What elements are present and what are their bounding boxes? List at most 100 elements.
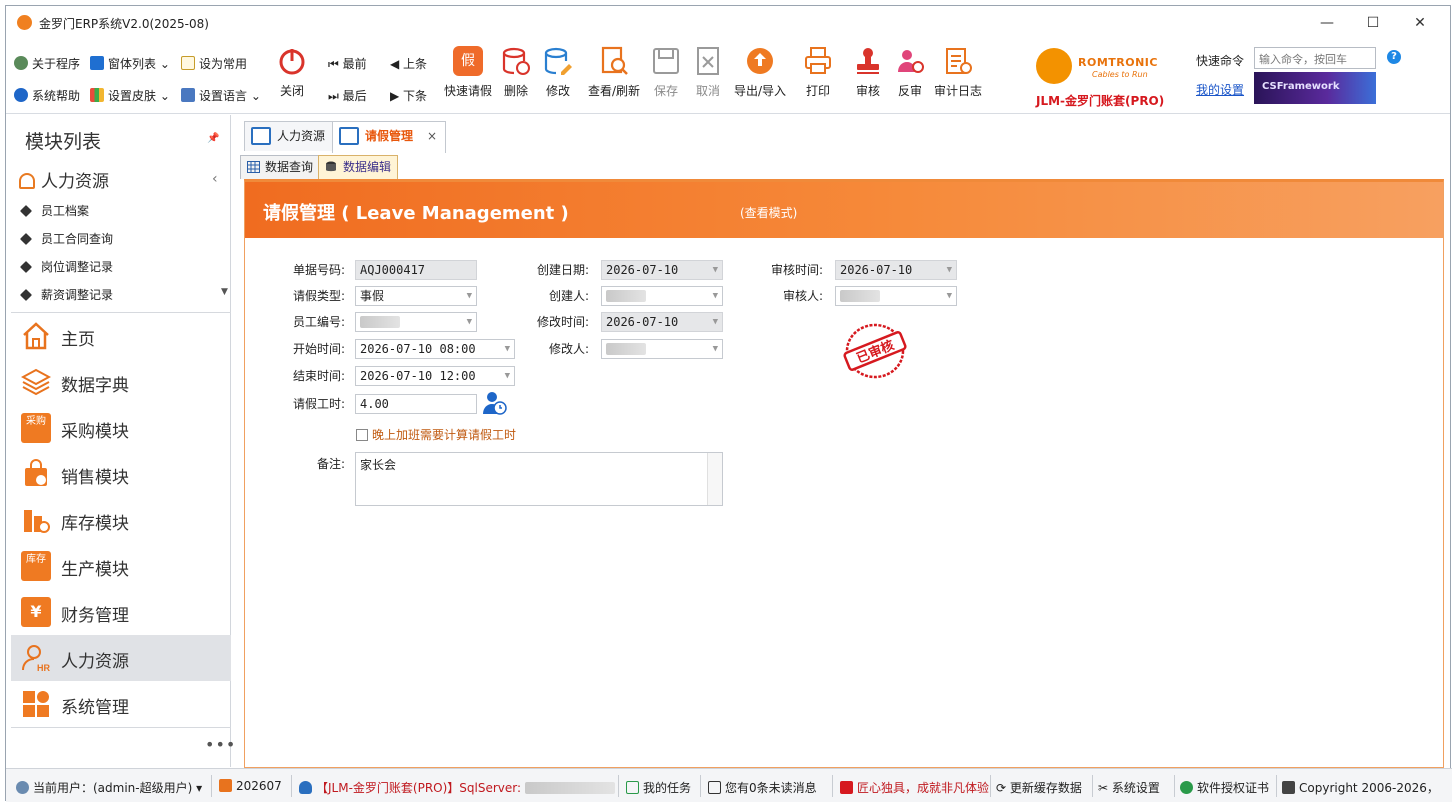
csframework-banner: CSFramework	[1254, 72, 1376, 104]
export-import-button[interactable]: 导出/导入	[732, 46, 788, 99]
cube-icon	[19, 288, 33, 302]
sidebar-module-inventory[interactable]: 库存模块	[11, 497, 231, 543]
window-list-button[interactable]: 窗体列表 ⌄	[90, 54, 170, 74]
leave-type-select[interactable]: 事假 ▼	[355, 286, 477, 306]
approver-field[interactable]: ▼	[835, 286, 957, 306]
dropdown-icon: ▼	[712, 291, 718, 301]
approve-time-field[interactable]: 2026-07-10 ▼	[835, 260, 957, 280]
help-button[interactable]: 系统帮助	[14, 86, 80, 106]
purchase-icon: 采购	[21, 413, 51, 443]
last-record-button[interactable]: ⏭ 最后	[328, 86, 367, 106]
view-refresh-button[interactable]: 查看/刷新	[586, 46, 642, 99]
cube-icon	[19, 232, 33, 246]
sidebar-module-sales[interactable]: 销售模块	[11, 451, 231, 497]
next-record-button[interactable]: ▶ 下条	[390, 86, 427, 106]
task-icon	[626, 781, 639, 794]
system-settings-button[interactable]: ✂ 系统设置	[1098, 779, 1160, 796]
warning-icon	[840, 781, 853, 794]
sidebar-item-contract-query[interactable]: 员工合同查询	[19, 229, 113, 249]
modify-time-field[interactable]: 2026-07-10 ▼	[601, 312, 723, 332]
about-icon	[14, 56, 28, 70]
finance-icon: ¥	[21, 597, 51, 627]
sidebar-module-home[interactable]: 主页	[11, 313, 231, 359]
sidebar-module-finance[interactable]: ¥ 财务管理	[11, 589, 231, 635]
sidebar-title: 模块列表	[25, 131, 102, 153]
subtab-edit[interactable]: 数据编辑	[318, 155, 399, 179]
sidebar-module-system[interactable]: 系统管理	[11, 681, 231, 727]
print-button[interactable]: 打印	[790, 46, 846, 99]
status-messages[interactable]: 您有0条未读消息	[708, 779, 817, 796]
sidebar-group-hr[interactable]: 人力资源	[19, 167, 109, 192]
textarea-scrollbar[interactable]	[707, 453, 722, 505]
hours-field[interactable]: 4.00	[355, 394, 477, 414]
sidebar-module-purchase[interactable]: 采购 采购模块	[11, 405, 231, 451]
refresh-cache-button[interactable]: ⟳ 更新缓存数据	[996, 779, 1082, 796]
prev-record-button[interactable]: ◀ 上条	[390, 54, 427, 74]
audit-log-button[interactable]: 审计日志	[928, 46, 988, 99]
cube-icon	[1282, 781, 1295, 794]
pin-icon[interactable]: 📌	[207, 133, 219, 144]
modifier-label: 修改人:	[548, 342, 589, 356]
quick-command-label: 快速命令	[1196, 54, 1245, 68]
creator-field[interactable]: ▼	[601, 286, 723, 306]
subtab-query[interactable]: 数据查询	[240, 155, 321, 179]
sidebar-item-employee-file[interactable]: 员工档案	[19, 201, 89, 221]
cancel-button[interactable]: 取消	[680, 46, 736, 99]
view-mode-label: (查看模式)	[740, 206, 798, 220]
first-record-button[interactable]: ⏮ 最前	[328, 54, 367, 74]
about-button[interactable]: 关于程序	[14, 54, 80, 74]
app-logo-icon	[17, 15, 32, 30]
sidebar-divider	[11, 727, 231, 728]
user-remove-icon	[898, 50, 924, 73]
sidebar-module-hr[interactable]: HR 人力资源	[11, 635, 231, 681]
collapse-icon[interactable]: ‹	[212, 171, 218, 187]
tab-leave[interactable]: 请假管理 ×	[332, 121, 447, 153]
set-common-button[interactable]: 设为常用	[181, 54, 247, 74]
status-separator	[618, 775, 619, 797]
dropdown-icon: ▼	[946, 291, 952, 301]
users-icon	[16, 781, 29, 794]
dropdown-icon: ▼	[466, 291, 472, 301]
approver-label: 审核人:	[782, 289, 823, 303]
scroll-down-icon[interactable]: ▼	[221, 287, 228, 297]
chevron-down-icon: ⌄	[250, 89, 261, 103]
status-period[interactable]: 202607	[219, 779, 282, 793]
maximize-button[interactable]: ☐	[1358, 12, 1388, 34]
more-icon[interactable]: •••	[205, 735, 236, 754]
brand-logo-icon	[1036, 48, 1072, 84]
license-button[interactable]: 软件授权证书	[1180, 779, 1269, 796]
remark-textarea[interactable]: 家长会	[355, 452, 723, 506]
minimize-button[interactable]: —	[1312, 12, 1342, 34]
emp-no-select[interactable]: ▼	[355, 312, 477, 332]
doc-no-field[interactable]: AQJ000417	[355, 260, 477, 280]
my-settings-link[interactable]: 我的设置	[1196, 81, 1244, 98]
language-button[interactable]: 设置语言 ⌄	[181, 86, 261, 106]
skin-button[interactable]: 设置皮肤 ⌄	[90, 86, 170, 106]
help-icon	[14, 88, 28, 102]
status-tasks[interactable]: 我的任务	[626, 779, 691, 796]
sidebar-module-production[interactable]: 库存 生产模块	[11, 543, 231, 589]
sidebar-item-position-change[interactable]: 岗位调整记录	[19, 257, 113, 277]
close-button[interactable]: 关闭	[264, 46, 320, 99]
audit-log-icon	[946, 48, 972, 74]
window-icon	[251, 127, 271, 145]
status-database[interactable]: 【JLM-金罗门账套(PRO)】SqlServer:	[299, 779, 615, 796]
tab-close-icon[interactable]: ×	[427, 129, 437, 143]
help-question-icon[interactable]: ?	[1387, 50, 1401, 64]
sidebar-module-dictionary[interactable]: 数据字典	[11, 359, 231, 405]
close-window-button[interactable]: ✕	[1405, 12, 1435, 34]
edit-button[interactable]: 修改	[530, 46, 586, 99]
overtime-checkbox[interactable]: 晚上加班需要计算请假工时	[356, 426, 516, 443]
modifier-field[interactable]: ▼	[601, 339, 723, 359]
dropdown-icon: ▼	[946, 265, 952, 275]
current-user[interactable]: 当前用户：(admin-超级用户) ▾	[16, 779, 202, 796]
status-slogan: 匠心独具，成就非凡体验	[840, 779, 989, 796]
end-time-picker[interactable]: 2026-07-10 12:00 ▼	[355, 366, 515, 386]
prev-icon: ◀	[390, 57, 404, 71]
sidebar-item-salary-change[interactable]: 薪资调整记录	[19, 285, 113, 305]
start-time-picker[interactable]: 2026-07-10 08:00 ▼	[355, 339, 515, 359]
quick-command-input[interactable]: 输入命令，按回车	[1254, 47, 1376, 69]
tab-hr[interactable]: 人力资源	[244, 121, 335, 151]
calculate-hours-icon[interactable]	[483, 390, 507, 416]
create-date-field[interactable]: 2026-07-10 ▼	[601, 260, 723, 280]
